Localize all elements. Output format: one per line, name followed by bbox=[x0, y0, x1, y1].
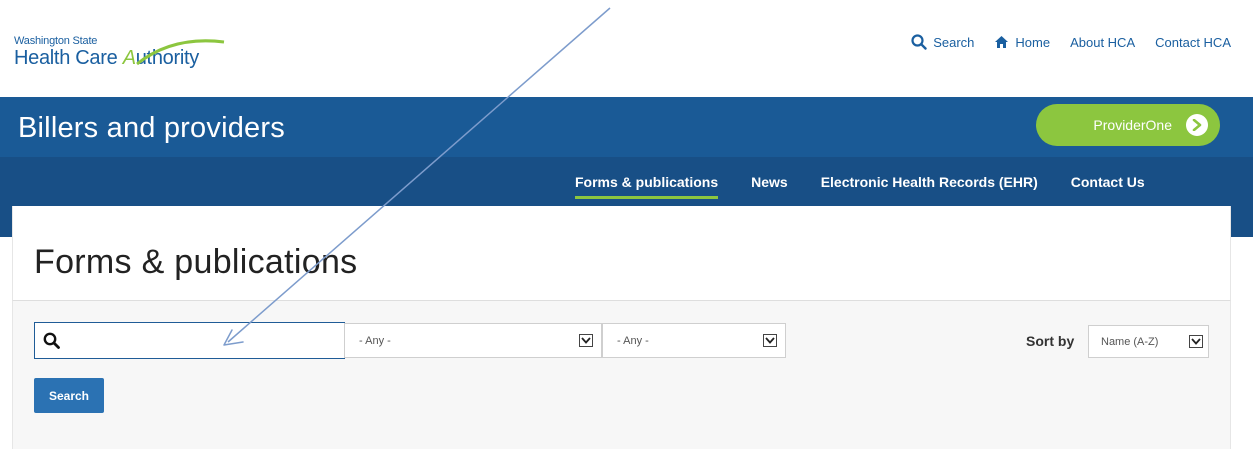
top-utility-bar: Washington State Health Care Authority S… bbox=[0, 0, 1253, 97]
home-icon bbox=[995, 36, 1009, 48]
sort-by-label: Sort by bbox=[1026, 333, 1075, 349]
filter-select-1-value: - Any - bbox=[359, 334, 391, 347]
utility-search-label: Search bbox=[933, 34, 975, 50]
page-title: Forms & publications bbox=[34, 243, 358, 281]
search-icon bbox=[43, 332, 60, 349]
providerone-label: ProviderOne bbox=[1093, 117, 1172, 133]
filter-select-2-value: - Any - bbox=[617, 334, 649, 347]
search-button[interactable]: Search bbox=[34, 378, 104, 413]
nav-news[interactable]: News bbox=[751, 174, 788, 199]
logo-swoosh-icon bbox=[136, 39, 225, 66]
hca-logo[interactable]: Washington State Health Care Authority bbox=[14, 36, 225, 69]
utility-about-label: About HCA bbox=[1070, 34, 1136, 50]
chevron-down-icon bbox=[1189, 335, 1203, 348]
search-input-wrapper[interactable] bbox=[34, 322, 345, 359]
main-nav: Forms & publications News Electronic Hea… bbox=[575, 174, 1145, 199]
utility-home-label: Home bbox=[1015, 34, 1051, 50]
section-title: Billers and providers bbox=[18, 112, 285, 144]
utility-nav: Search Home About HCA Contact HCA bbox=[911, 34, 1231, 50]
search-icon bbox=[911, 34, 927, 50]
utility-contact-link[interactable]: Contact HCA bbox=[1155, 35, 1231, 50]
nav-ehr[interactable]: Electronic Health Records (EHR) bbox=[821, 174, 1038, 199]
sort-select[interactable]: Name (A-Z) bbox=[1088, 325, 1209, 358]
filter-select-2[interactable]: - Any - bbox=[602, 323, 786, 358]
utility-home-link[interactable]: Home bbox=[994, 35, 1050, 50]
utility-contact-label: Contact HCA bbox=[1155, 34, 1231, 50]
sort-select-value: Name (A-Z) bbox=[1101, 335, 1159, 348]
providerone-button[interactable]: ProviderOne bbox=[1036, 104, 1220, 146]
nav-forms-publications[interactable]: Forms & publications bbox=[575, 174, 719, 199]
search-input[interactable] bbox=[68, 323, 344, 358]
utility-search-link[interactable]: Search bbox=[911, 34, 974, 50]
logo-big-prefix: Health Care bbox=[14, 47, 123, 69]
nav-contact-us[interactable]: Contact Us bbox=[1071, 174, 1145, 199]
utility-about-link[interactable]: About HCA bbox=[1070, 35, 1135, 50]
chevron-down-icon bbox=[579, 334, 593, 347]
chevron-right-circle-icon bbox=[1186, 114, 1208, 136]
filter-select-1[interactable]: - Any - bbox=[344, 323, 602, 358]
chevron-down-icon bbox=[763, 334, 777, 347]
